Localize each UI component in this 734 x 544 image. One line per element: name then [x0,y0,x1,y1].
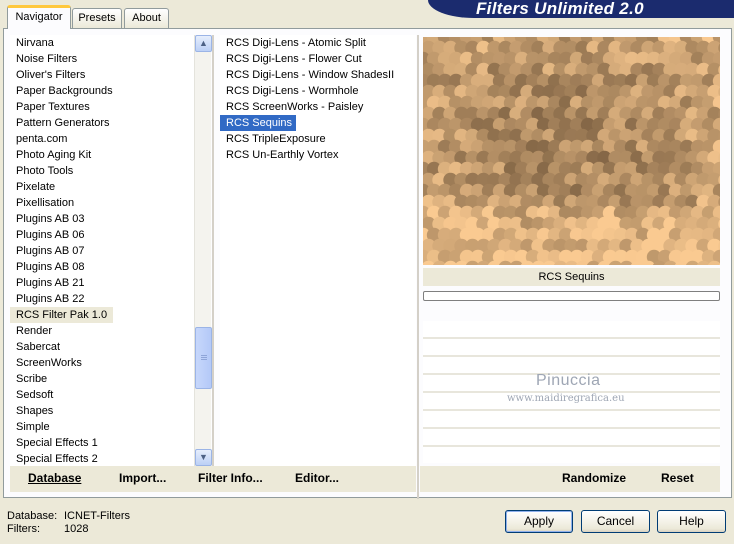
category-list[interactable]: Nirvana Noise Filters Oliver's Filters Pape… [10,35,194,467]
category-item[interactable]: Shapes [10,403,194,419]
category-item[interactable]: Sedsoft [10,387,194,403]
category-item[interactable]: Simple [10,419,194,435]
tab-about[interactable]: About [124,8,169,28]
category-item[interactable]: Plugins AB 22 [10,291,194,307]
preset-button-bar: Randomize Reset [420,466,720,492]
database-button[interactable]: Database [28,471,81,485]
category-scrollbar[interactable]: ▲ ▼ [194,35,212,467]
app-brand-banner: Filters Unlimited 2.0 [428,0,734,18]
filter-item[interactable]: RCS Sequins [220,115,297,131]
database-value: ICNET-Filters [64,510,130,522]
tab-presets[interactable]: Presets [72,8,122,28]
category-item[interactable]: Special Effects 2 [10,451,194,467]
filter-info-button[interactable]: Filter Info... [198,471,263,485]
category-item[interactable]: Sabercat [10,339,194,355]
import-button[interactable]: Import... [119,471,166,485]
filter-title: RCS Sequins [423,268,720,286]
category-item[interactable]: Oliver's Filters [10,67,194,83]
category-item[interactable]: Photo Tools [10,163,194,179]
category-item[interactable]: Plugins AB 07 [10,243,194,259]
filter-item[interactable]: RCS Digi-Lens - Flower Cut [220,51,416,67]
randomize-button[interactable]: Randomize [562,471,626,485]
category-item[interactable]: Plugins AB 06 [10,227,194,243]
category-item[interactable]: Paper Backgrounds [10,83,194,99]
navigator-panel: Nirvana Noise Filters Oliver's Filters Pape… [3,28,732,499]
category-item[interactable]: penta.com [10,131,194,147]
filters-label: Filters: [7,523,40,535]
category-item[interactable]: Plugins AB 08 [10,259,194,275]
category-item[interactable]: Nirvana [10,35,194,51]
category-item[interactable]: Pixelate [10,179,194,195]
filter-item[interactable]: RCS ScreenWorks - Paisley [220,99,416,115]
scroll-down-arrow-icon[interactable]: ▼ [195,449,212,466]
category-item[interactable]: Plugins AB 03 [10,211,194,227]
scroll-up-arrow-icon[interactable]: ▲ [195,35,212,52]
category-item[interactable]: ScreenWorks [10,355,194,371]
category-item[interactable]: Scribe [10,371,194,387]
apply-button[interactable]: Apply [505,510,573,533]
category-item[interactable]: Special Effects 1 [10,435,194,451]
filters-count: 1028 [64,523,89,535]
cancel-button[interactable]: Cancel [581,510,650,533]
category-item[interactable]: Pattern Generators [10,115,194,131]
list-button-bar: Database Import... Filter Info... Editor… [10,466,416,492]
preview-image [423,37,720,265]
filter-item[interactable]: RCS Un-Earthly Vortex [220,147,416,163]
help-button[interactable]: Help [657,510,726,533]
scroll-thumb[interactable] [195,327,212,389]
tab-navigator[interactable]: Navigator [7,5,71,29]
category-item[interactable]: Pixellisation [10,195,194,211]
filter-item[interactable]: RCS Digi-Lens - Atomic Split [220,35,416,51]
category-item[interactable]: Photo Aging Kit [10,147,194,163]
progress-bar [423,291,720,301]
parameter-area [423,321,720,463]
watermark-name: Pinuccia [536,372,601,389]
category-item[interactable]: Noise Filters [10,51,194,67]
reset-button[interactable]: Reset [661,471,694,485]
filter-list[interactable]: RCS Digi-Lens - Atomic Split RCS Digi-Len… [220,35,416,467]
editor-button[interactable]: Editor... [295,471,339,485]
category-item[interactable]: Paper Textures [10,99,194,115]
filter-item[interactable]: RCS Digi-Lens - Wormhole [220,83,416,99]
category-item[interactable]: Plugins AB 21 [10,275,194,291]
filter-item[interactable]: RCS Digi-Lens - Window ShadesII [220,67,416,83]
database-label: Database: [7,510,58,522]
filter-item[interactable]: RCS TripleExposure [220,131,416,147]
category-item[interactable]: RCS Filter Pak 1.0 [10,307,114,323]
watermark-url: www.maidiregrafica.eu [507,393,625,404]
category-item[interactable]: Render [10,323,194,339]
